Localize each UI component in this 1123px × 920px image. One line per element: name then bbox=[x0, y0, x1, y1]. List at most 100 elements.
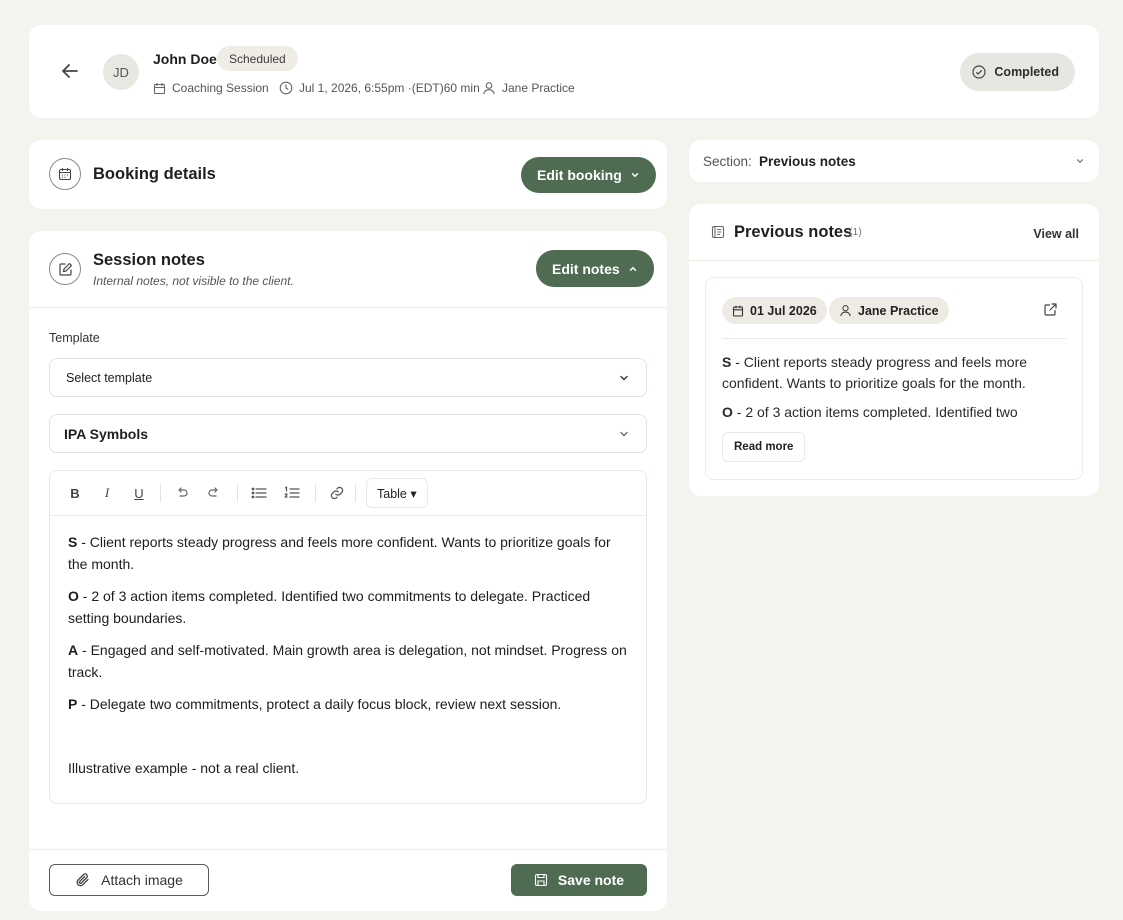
avatar: JD bbox=[103, 54, 139, 90]
rich-text-editor: B I U Table ▾ S - Client reports steady … bbox=[49, 470, 647, 804]
edit-note-icon bbox=[49, 253, 81, 285]
redo-icon[interactable] bbox=[206, 483, 222, 503]
session-type: Coaching Session bbox=[153, 81, 269, 95]
preview-line-o: O - 2 of 3 action items completed. Ident… bbox=[722, 402, 1032, 423]
s-text: - Client reports steady progress and fee… bbox=[68, 534, 611, 572]
chevron-down-icon bbox=[1075, 156, 1085, 166]
note-date-chip: 01 Jul 2026 bbox=[722, 297, 827, 324]
attach-image-label: Attach image bbox=[101, 872, 183, 888]
practitioner-label: Jane Practice bbox=[502, 81, 575, 95]
link-icon[interactable] bbox=[328, 483, 346, 503]
client-name: John Doe bbox=[153, 51, 217, 67]
section-dropdown[interactable]: Section: Previous notes bbox=[689, 140, 1099, 182]
previous-notes-title: Previous notes bbox=[734, 223, 853, 241]
undo-icon[interactable] bbox=[174, 483, 190, 503]
template-select-value: Select template bbox=[66, 370, 153, 385]
template-select[interactable]: Select template bbox=[49, 358, 647, 397]
session-type-label: Coaching Session bbox=[172, 81, 269, 95]
back-arrow-icon[interactable] bbox=[59, 60, 81, 82]
note-line-p: P - Delegate two commitments, protect a … bbox=[68, 693, 628, 715]
o-text: - 2 of 3 action items completed. Identif… bbox=[68, 588, 591, 626]
session-practitioner: Jane Practice bbox=[482, 81, 575, 95]
edit-notes-button[interactable]: Edit notes bbox=[536, 250, 654, 287]
session-datetime-label: Jul 1, 2026, 6:55pm ·(EDT)60 min bbox=[299, 81, 480, 95]
edit-booking-label: Edit booking bbox=[537, 167, 622, 183]
o-text: - 2 of 3 action items completed. Identif… bbox=[732, 404, 1018, 420]
user-icon bbox=[839, 304, 852, 317]
divider bbox=[29, 849, 667, 850]
preview-line-s: S - Client reports steady progress and f… bbox=[722, 352, 1032, 394]
calendar-icon bbox=[153, 82, 166, 95]
previous-note-entry: 01 Jul 2026 Jane Practice S - Client rep… bbox=[705, 277, 1083, 480]
booking-details-title: Booking details bbox=[93, 165, 216, 183]
chevron-down-icon bbox=[618, 428, 630, 440]
calendar-icon bbox=[732, 305, 744, 317]
editor-content[interactable]: S - Client reports steady progress and f… bbox=[68, 531, 628, 789]
template-label: Template bbox=[49, 331, 100, 345]
note-author: Jane Practice bbox=[858, 303, 939, 318]
calendar-icon bbox=[49, 158, 81, 190]
table-dropdown[interactable]: Table ▾ bbox=[366, 478, 428, 508]
a-letter: A bbox=[68, 642, 79, 658]
save-note-label: Save note bbox=[557, 872, 625, 888]
disclaimer-text: Illustrative example - not a real client… bbox=[68, 760, 300, 776]
editor-toolbar: B I U Table ▾ bbox=[50, 471, 646, 516]
previous-notes-card: Previous notes (1) View all 01 Jul 2026 … bbox=[689, 204, 1099, 496]
external-link-icon[interactable] bbox=[1043, 302, 1058, 317]
section-value: Previous notes bbox=[759, 154, 856, 169]
session-notes-title: Session notes bbox=[93, 251, 205, 269]
p-text: - Delegate two commitments, protect a da… bbox=[77, 696, 562, 712]
clock-icon bbox=[279, 81, 293, 95]
chevron-down-icon bbox=[618, 372, 630, 384]
toolbar-separator bbox=[160, 484, 161, 502]
attach-image-button[interactable]: Attach image bbox=[49, 864, 209, 896]
edit-notes-label: Edit notes bbox=[552, 260, 620, 277]
ipa-symbols-label: IPA Symbols bbox=[64, 425, 149, 442]
read-more-button[interactable]: Read more bbox=[722, 432, 806, 462]
o-letter: O bbox=[68, 588, 79, 604]
view-all-link[interactable]: View all bbox=[1033, 227, 1079, 241]
booking-details-card: Booking details Edit booking bbox=[29, 140, 667, 209]
note-line-o: O - 2 of 3 action items completed. Ident… bbox=[68, 585, 628, 629]
toolbar-separator bbox=[355, 484, 356, 502]
session-notes-subtitle: Internal notes, not visible to the clien… bbox=[93, 274, 294, 288]
bullet-list-icon[interactable] bbox=[250, 483, 268, 503]
completed-button[interactable]: Completed bbox=[960, 53, 1075, 91]
toolbar-separator bbox=[315, 484, 316, 502]
user-icon bbox=[482, 81, 496, 95]
divider bbox=[722, 338, 1066, 339]
chevron-up-icon bbox=[628, 264, 638, 274]
session-header: JD John Doe Scheduled Coaching Session J… bbox=[29, 25, 1099, 118]
s-letter: S bbox=[722, 354, 732, 370]
s-letter: S bbox=[68, 534, 78, 550]
ipa-symbols-dropdown[interactable]: IPA Symbols bbox=[49, 414, 647, 453]
numbered-list-icon[interactable] bbox=[283, 483, 301, 503]
save-icon bbox=[534, 873, 548, 887]
paperclip-icon bbox=[75, 872, 91, 888]
edit-booking-button[interactable]: Edit booking bbox=[521, 157, 656, 193]
note-author-chip: Jane Practice bbox=[829, 297, 949, 324]
note-date: 01 Jul 2026 bbox=[750, 303, 817, 318]
divider bbox=[29, 307, 667, 308]
status-badge: Scheduled bbox=[217, 46, 298, 71]
underline-button[interactable]: U bbox=[132, 483, 146, 503]
chevron-down-icon bbox=[630, 170, 640, 180]
italic-button[interactable]: I bbox=[100, 483, 114, 503]
document-icon bbox=[711, 225, 725, 239]
a-text: - Engaged and self-motivated. Main growt… bbox=[68, 642, 627, 680]
bold-button[interactable]: B bbox=[68, 483, 82, 503]
o-letter: O bbox=[722, 404, 733, 420]
session-notes-card: Session notes Internal notes, not visibl… bbox=[29, 231, 667, 911]
check-circle-icon bbox=[972, 65, 987, 79]
divider bbox=[689, 260, 1099, 261]
note-line-s: S - Client reports steady progress and f… bbox=[68, 531, 628, 575]
completed-label: Completed bbox=[994, 65, 1059, 79]
session-datetime: Jul 1, 2026, 6:55pm ·(EDT)60 min bbox=[279, 81, 480, 95]
s-text: - Client reports steady progress and fee… bbox=[722, 354, 1028, 391]
toolbar-separator bbox=[237, 484, 238, 502]
previous-notes-count: (1) bbox=[849, 226, 862, 238]
note-line-a: A - Engaged and self-motivated. Main gro… bbox=[68, 639, 628, 683]
save-note-button[interactable]: Save note bbox=[511, 864, 647, 896]
previous-note-preview: S - Client reports steady progress and f… bbox=[722, 352, 1032, 431]
